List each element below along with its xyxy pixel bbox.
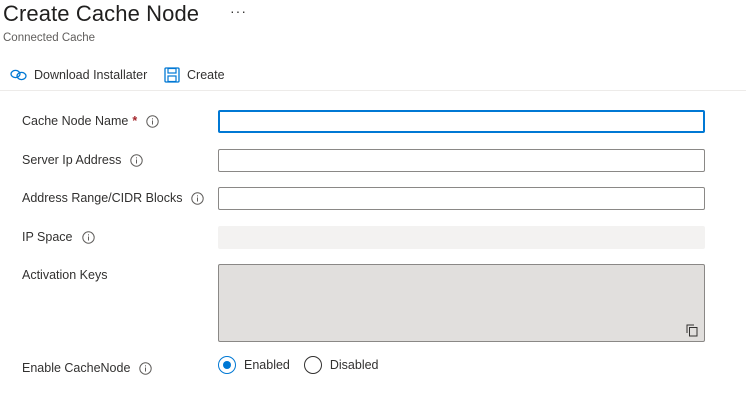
radio-circle-checked xyxy=(218,356,236,374)
enable-cachenode-text: Enable CacheNode xyxy=(22,361,131,375)
info-icon[interactable] xyxy=(146,114,159,128)
create-label: Create xyxy=(187,68,225,82)
link-chain-icon xyxy=(10,69,27,81)
ip-space-input xyxy=(218,226,705,249)
info-icon[interactable] xyxy=(81,230,95,244)
copy-icon[interactable] xyxy=(686,324,698,342)
cache-node-name-text: Cache Node Name xyxy=(22,114,129,128)
page-title: Create Cache Node xyxy=(3,1,200,26)
server-ip-label: Server Ip Address xyxy=(22,153,144,167)
address-range-label: Address Range/CIDR Blocks xyxy=(22,191,205,205)
command-bar: Download Installater Create xyxy=(0,60,746,91)
cache-node-name-input[interactable] xyxy=(218,110,705,133)
activation-keys-textarea[interactable] xyxy=(218,264,705,342)
save-floppy-icon xyxy=(164,67,180,83)
server-ip-text: Server Ip Address xyxy=(22,153,122,167)
radio-enabled-label: Enabled xyxy=(244,358,290,372)
cache-node-name-label: Cache Node Name * xyxy=(22,114,159,128)
radio-disabled-label: Disabled xyxy=(329,358,379,372)
enable-cachenode-label: Enable CacheNode xyxy=(22,361,153,375)
info-icon[interactable] xyxy=(130,153,144,167)
address-range-input[interactable] xyxy=(218,187,705,210)
ip-space-label: IP Space xyxy=(22,230,95,244)
radio-enabled[interactable]: Enabled xyxy=(218,356,290,374)
create-button[interactable]: Create xyxy=(164,64,225,86)
activation-keys-text: Activation Keys xyxy=(22,268,108,282)
page-subtitle: Connected Cache xyxy=(3,32,96,44)
download-installer-button[interactable]: Download Installater xyxy=(10,64,147,86)
address-range-text: Address Range/CIDR Blocks xyxy=(22,191,183,205)
info-icon[interactable] xyxy=(139,361,153,375)
activation-keys-label: Activation Keys xyxy=(22,268,107,282)
enable-cachenode-radio-group: Enabled Disabled xyxy=(218,356,393,374)
more-options-button[interactable]: ··· xyxy=(230,3,247,19)
download-installer-label: Download Installater xyxy=(34,68,148,82)
info-icon[interactable] xyxy=(191,191,205,205)
radio-disabled[interactable]: Disabled xyxy=(303,356,379,374)
ip-space-text: IP Space xyxy=(22,230,73,244)
required-asterisk: * xyxy=(132,114,138,128)
server-ip-input[interactable] xyxy=(218,149,705,172)
radio-circle xyxy=(303,356,322,374)
